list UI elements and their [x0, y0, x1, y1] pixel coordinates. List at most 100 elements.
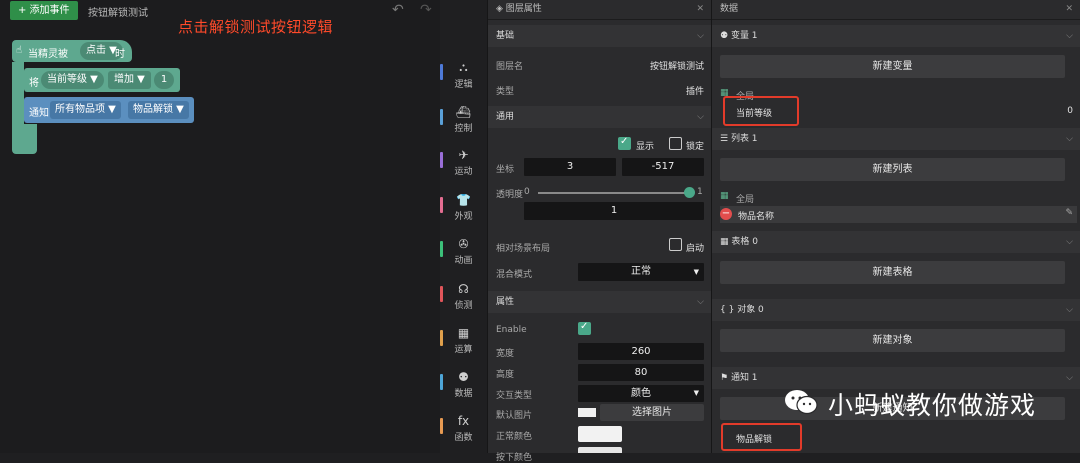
- layer-type-label: 类型: [496, 87, 515, 97]
- block-workspace[interactable]: + 添加事件 按钮解锁测试 ↶ ↷ 点击解锁测试按钮逻辑 ☝ 当精灵被 点击 ▼…: [0, 0, 440, 453]
- list-item-name: 物品名称: [738, 212, 775, 222]
- target-dropdown[interactable]: 所有物品项 ▼: [50, 101, 121, 119]
- opacity-slider[interactable]: [538, 187, 695, 198]
- new-variable-button[interactable]: 新建变量: [720, 55, 1065, 78]
- category-6[interactable]: ▦ 运算: [440, 326, 487, 355]
- enable-checkbox[interactable]: ✓: [578, 321, 591, 335]
- hat-suffix: 时: [115, 49, 125, 60]
- category-7[interactable]: ⚉ 数据: [440, 370, 487, 399]
- section-tables-title: 表格 0: [731, 237, 758, 247]
- section-variables[interactable]: ⚉ 变量 1 ⌵: [712, 25, 1080, 47]
- height-label: 高度: [496, 370, 515, 380]
- add-event-button[interactable]: + 添加事件: [10, 1, 78, 20]
- lock-checkbox[interactable]: [669, 137, 682, 150]
- close-icon[interactable]: ✕: [1065, 0, 1073, 19]
- category-0[interactable]: ⛬ 逻辑: [440, 60, 487, 90]
- category-icon: ✇: [458, 237, 469, 251]
- category-stripe: [440, 197, 443, 213]
- notify-block[interactable]: 通知 所有物品项 ▼ 物品解锁 ▼: [24, 97, 194, 123]
- notification-icon: ⚑: [720, 373, 731, 383]
- interaction-value: 颜色: [631, 388, 651, 399]
- operation-dropdown[interactable]: 增加 ▼: [108, 71, 151, 89]
- layer-properties-panel: ◈ 图层属性 ✕ 基础 ⌵ 图层名 按钮解锁测试 类型 插件 通用 ⌵ ✓ 显示 锁…: [487, 0, 712, 463]
- normal-color-label: 正常颜色: [496, 432, 533, 442]
- blend-mode-select[interactable]: 正常 ▼: [578, 263, 704, 281]
- new-table-button[interactable]: 新建表格: [720, 261, 1065, 284]
- normal-color-swatch[interactable]: [578, 426, 622, 442]
- section-tables[interactable]: ▦ 表格 0 ⌵: [712, 231, 1080, 253]
- new-list-button[interactable]: 新建列表: [720, 158, 1065, 181]
- edit-pencil-icon[interactable]: ✎: [1065, 208, 1073, 218]
- section-general[interactable]: 通用 ⌵: [488, 106, 712, 128]
- category-4[interactable]: ✇ 动画: [440, 237, 487, 266]
- category-label: 逻辑: [454, 80, 473, 90]
- category-label: 数据: [454, 389, 473, 399]
- category-label: 运算: [454, 345, 473, 355]
- category-label: 动画: [454, 256, 473, 266]
- braces-icon: { }: [720, 305, 738, 315]
- category-stripe: [440, 152, 443, 168]
- data-panel-header: 数据 ✕: [712, 0, 1080, 20]
- layer-name-value: 按钮解锁测试: [649, 62, 704, 72]
- y-input[interactable]: -517: [622, 158, 704, 176]
- number-input[interactable]: 1: [154, 71, 174, 89]
- opacity-max: 1: [697, 187, 703, 197]
- section-variables-title: 变量 1: [730, 31, 758, 41]
- category-1[interactable]: ⛴ 控制: [440, 105, 487, 134]
- undo-icon[interactable]: ↶: [392, 2, 404, 18]
- lock-label: 锁定: [686, 142, 705, 152]
- visible-label: 显示: [636, 142, 655, 152]
- section-props[interactable]: 属性 ⌵: [488, 291, 712, 313]
- highlight-box: [721, 423, 802, 451]
- section-lists-title: 列表 1: [730, 134, 758, 144]
- list-item-row[interactable]: − 物品名称 ✎: [720, 206, 1077, 223]
- category-icon: ▦: [457, 326, 470, 340]
- layer-type-value: 插件: [685, 87, 704, 97]
- opacity-input[interactable]: 1: [524, 202, 704, 220]
- table-icon: ▦: [720, 237, 732, 247]
- message-dropdown[interactable]: 物品解锁 ▼: [128, 101, 189, 119]
- data-panel-title: 数据: [720, 4, 739, 14]
- new-object-button[interactable]: 新建对象: [720, 329, 1065, 352]
- category-8[interactable]: fx 函数: [440, 414, 487, 443]
- category-icon: ☊: [458, 282, 469, 296]
- section-lists[interactable]: ☰ 列表 1 ⌵: [712, 128, 1080, 150]
- width-label: 宽度: [496, 349, 515, 359]
- caret-down-icon: ▼: [693, 389, 699, 397]
- block-category-bar: ⛬ 逻辑 ⛴ 控制 ✈ 运动 👕 外观 ✇ 动画 ☊ 侦测 ▦ 运算 ⚉ 数据 fx 函数: [440, 0, 487, 453]
- category-2[interactable]: ✈ 运动: [440, 148, 487, 177]
- chevron-down-icon: ⌵: [1066, 31, 1073, 41]
- category-3[interactable]: 👕 外观: [440, 193, 487, 222]
- relative-layout-checkbox[interactable]: [669, 238, 682, 251]
- set-variable-block[interactable]: 将 当前等级 ▼ 增加 ▼ 1: [24, 68, 180, 92]
- height-input[interactable]: 80: [578, 364, 704, 381]
- interaction-label: 交互类型: [496, 391, 533, 401]
- x-input[interactable]: 3: [524, 158, 616, 176]
- section-notifications-title: 通知 1: [730, 373, 758, 383]
- choose-image-button[interactable]: 选择图片: [600, 404, 704, 421]
- category-label: 侦测: [454, 301, 473, 311]
- interaction-select[interactable]: 颜色 ▼: [578, 385, 704, 402]
- caret-down-icon: ▼: [693, 268, 699, 276]
- default-image-label: 默认图片: [496, 411, 533, 421]
- width-input[interactable]: 260: [578, 343, 704, 360]
- visible-checkbox[interactable]: ✓: [618, 136, 631, 150]
- section-props-title: 属性: [496, 297, 515, 307]
- close-icon[interactable]: ✕: [696, 0, 704, 19]
- chevron-down-icon: ⌵: [1066, 305, 1073, 315]
- remove-icon[interactable]: −: [720, 208, 732, 220]
- section-basic[interactable]: 基础 ⌵: [488, 25, 712, 47]
- category-stripe: [440, 374, 443, 390]
- coord-label: 坐标: [496, 165, 515, 175]
- chevron-down-icon: ⌵: [697, 297, 704, 307]
- category-5[interactable]: ☊ 侦测: [440, 282, 487, 311]
- pressed-color-swatch[interactable]: [578, 447, 622, 453]
- layer-name-label: 图层名: [496, 62, 524, 72]
- opacity-slider-thumb[interactable]: [684, 187, 695, 198]
- redo-icon[interactable]: ↷: [420, 2, 432, 18]
- layers-icon: ◈: [496, 4, 506, 14]
- event-hat-block[interactable]: ☝ 当精灵被 点击 ▼ 时: [12, 40, 132, 62]
- variable-dropdown[interactable]: 当前等级 ▼: [41, 71, 104, 89]
- section-objects[interactable]: { } 对象 0 ⌵: [712, 299, 1080, 321]
- variable-icon: ⚉: [720, 31, 731, 41]
